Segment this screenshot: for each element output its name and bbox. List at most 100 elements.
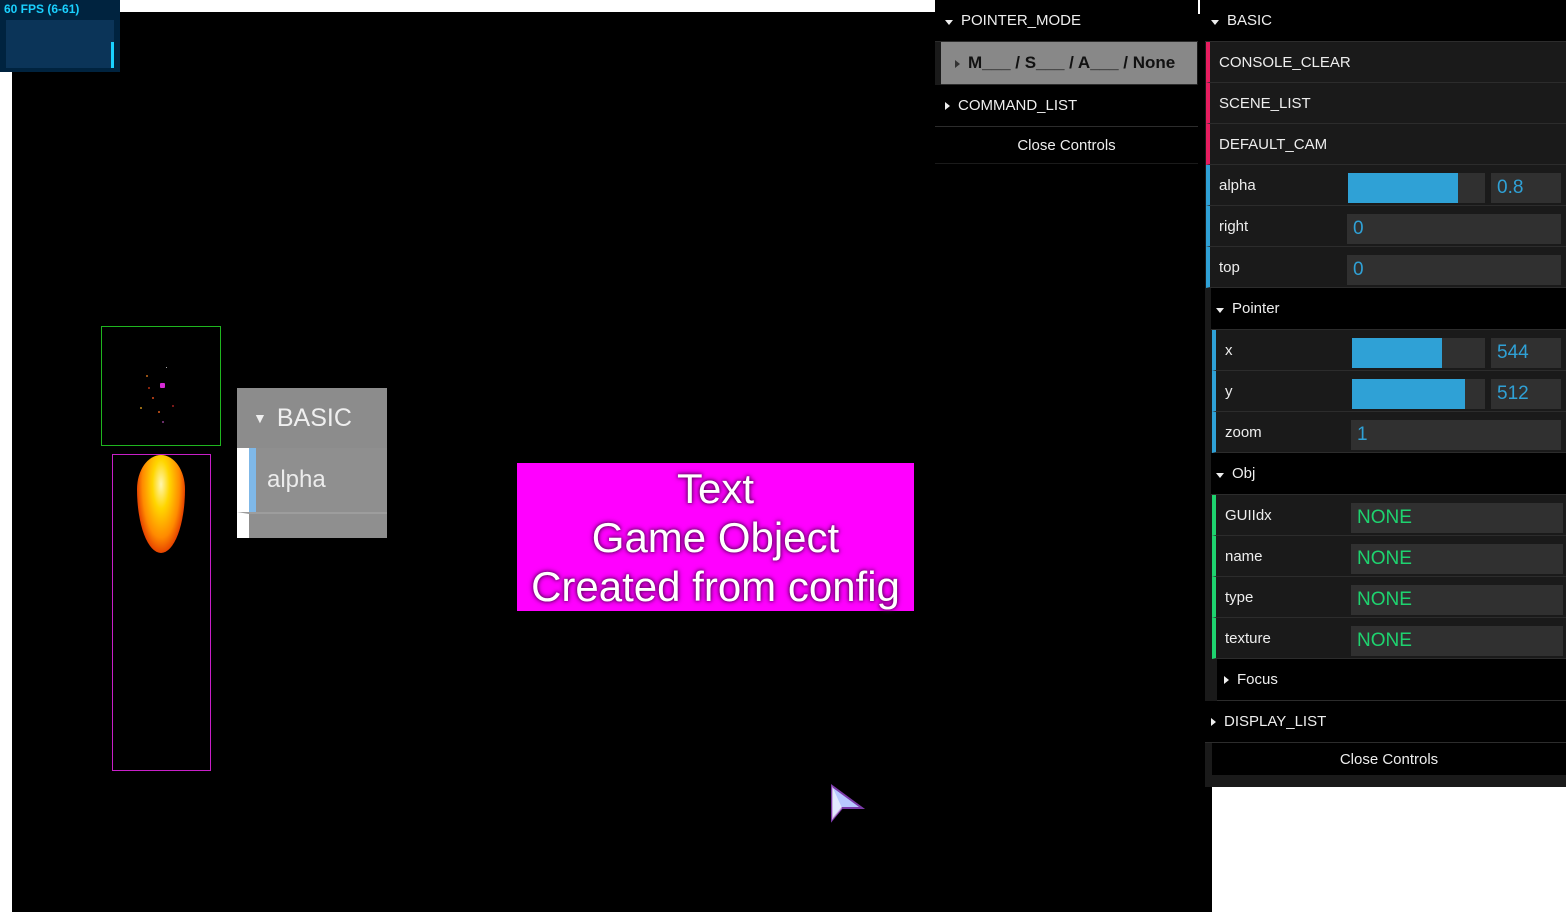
pointer-title-wrap: Pointer — [1216, 300, 1280, 317]
y-value-input[interactable]: 512 — [1491, 379, 1561, 409]
x-slider[interactable] — [1352, 338, 1485, 368]
zoom-control[interactable]: zoom 1 — [1212, 412, 1566, 453]
default-cam-label: DEFAULT_CAM — [1219, 135, 1328, 153]
zoom-label: zoom — [1225, 423, 1262, 441]
display-list-title-wrap: DISPLAY_LIST — [1211, 713, 1326, 730]
texture-control[interactable]: texture NONE — [1212, 618, 1566, 659]
default-cam-button[interactable]: DEFAULT_CAM — [1206, 124, 1566, 165]
basic-folder[interactable]: BASIC — [1205, 0, 1566, 42]
name-control[interactable]: name NONE — [1212, 536, 1566, 577]
command-list-title: COMMAND_LIST — [958, 97, 1078, 114]
pointer-title: Pointer — [1232, 300, 1280, 317]
chevron-down-icon — [945, 20, 953, 25]
name-label: name — [1225, 547, 1263, 565]
fps-meter: 60 FPS (6-61) — [0, 0, 120, 72]
particle-emitter-bounds — [101, 326, 221, 446]
pointer-cursor-icon — [831, 784, 866, 823]
particle — [172, 405, 174, 407]
in-game-gui-title: BASIC — [276, 403, 352, 432]
y-control[interactable]: y 512 — [1212, 371, 1566, 412]
alpha-label: alpha — [1219, 176, 1256, 194]
x-value-input[interactable]: 544 — [1491, 338, 1561, 368]
top-control[interactable]: top 0 — [1206, 247, 1566, 288]
alpha-slider-fill — [1348, 173, 1458, 203]
fps-graph-bar — [111, 42, 114, 68]
chevron-down-icon — [1216, 473, 1224, 478]
basic-title-wrap: BASIC — [1211, 12, 1272, 29]
x-control[interactable]: x 544 — [1212, 330, 1566, 371]
in-game-gui-panel[interactable]: ▼ BASIC alpha — [237, 388, 387, 538]
obj-folder[interactable]: Obj — [1211, 453, 1566, 495]
focus-title: Focus — [1237, 671, 1278, 688]
chevron-right-icon — [955, 60, 960, 68]
particle — [160, 383, 165, 388]
chevron-right-icon — [1211, 718, 1216, 726]
pointer-mode-title: POINTER_MODE — [961, 12, 1082, 29]
particle — [140, 407, 142, 409]
in-game-gui-header[interactable]: ▼ BASIC — [237, 388, 387, 448]
name-value-input[interactable]: NONE — [1351, 544, 1563, 574]
in-game-gui-alpha-label: alpha — [267, 466, 326, 493]
texture-value-input[interactable]: NONE — [1351, 626, 1563, 656]
pointer-mode-gui[interactable]: POINTER_MODE M___ / S___ / A___ / None C… — [935, 0, 1198, 164]
console-clear-button[interactable]: CONSOLE_CLEAR — [1206, 42, 1566, 83]
particle — [148, 387, 150, 389]
chevron-right-icon — [1224, 676, 1229, 684]
y-label: y — [1225, 382, 1233, 400]
texture-label: texture — [1225, 629, 1271, 647]
particle — [146, 375, 148, 377]
alpha-control[interactable]: alpha 0.8 — [1206, 165, 1566, 206]
pointer-folder[interactable]: Pointer — [1211, 288, 1566, 330]
particle — [162, 421, 164, 423]
basic-title: BASIC — [1227, 12, 1273, 29]
guiidx-control[interactable]: GUIIdx NONE — [1212, 495, 1566, 536]
right-label: right — [1219, 217, 1249, 235]
zoom-value-input[interactable]: 1 — [1351, 420, 1561, 450]
row-stripe — [249, 448, 256, 512]
pointer-mode-title-wrap: POINTER_MODE — [945, 12, 1081, 29]
mode-option-row[interactable]: M___ / S___ / A___ / None — [941, 42, 1197, 85]
alpha-value-input[interactable]: 0.8 — [1491, 173, 1561, 203]
flame-sprite-bounds — [112, 454, 211, 771]
right-value-input[interactable]: 0 — [1347, 214, 1561, 244]
in-game-gui-next-row[interactable] — [237, 512, 387, 538]
x-label: x — [1225, 341, 1233, 359]
obj-title-wrap: Obj — [1216, 465, 1255, 482]
y-slider[interactable] — [1352, 379, 1485, 409]
type-value-input[interactable]: NONE — [1351, 585, 1563, 615]
text-game-object[interactable]: Text Game Object Created from config — [517, 463, 914, 611]
alpha-slider[interactable] — [1348, 173, 1485, 203]
scene-list-button[interactable]: SCENE_LIST — [1206, 83, 1566, 124]
close-controls-button[interactable]: Close Controls — [935, 127, 1198, 163]
chevron-right-icon — [945, 102, 950, 110]
focus-title-wrap: Focus — [1224, 671, 1278, 688]
fps-graph — [6, 20, 114, 68]
particle — [158, 411, 160, 413]
x-slider-fill — [1352, 338, 1443, 368]
top-label: top — [1219, 258, 1240, 276]
text-line: Text — [676, 464, 755, 512]
top-value-input[interactable]: 0 — [1347, 255, 1561, 285]
close-controls-label: Close Controls — [1339, 750, 1439, 768]
scene-list-label: SCENE_LIST — [1219, 94, 1311, 112]
console-clear-label: CONSOLE_CLEAR — [1219, 53, 1351, 71]
close-controls-button[interactable]: Close Controls — [1212, 743, 1566, 775]
guiidx-value-input[interactable]: NONE — [1351, 503, 1563, 533]
in-game-gui-alpha-row[interactable]: alpha — [237, 448, 387, 512]
fps-label: 60 FPS (6-61) — [4, 2, 80, 16]
y-slider-fill — [1352, 379, 1466, 409]
display-list-folder[interactable]: DISPLAY_LIST — [1205, 701, 1566, 743]
mode-option-label: M___ / S___ / A___ / None — [968, 53, 1176, 72]
right-control[interactable]: right 0 — [1206, 206, 1566, 247]
type-control[interactable]: type NONE — [1212, 577, 1566, 618]
debug-gui[interactable]: BASIC CONSOLE_CLEAR SCENE_LIST DEFAULT_C… — [1205, 0, 1566, 787]
flame-sprite — [137, 455, 185, 553]
particle — [166, 367, 167, 368]
chevron-down-icon — [1216, 308, 1224, 313]
particle — [152, 397, 154, 399]
command-list-folder[interactable]: COMMAND_LIST — [935, 85, 1198, 127]
focus-folder[interactable]: Focus — [1217, 659, 1566, 701]
pointer-mode-folder[interactable]: POINTER_MODE — [935, 0, 1198, 42]
top-white-strip — [120, 0, 935, 12]
display-list-title: DISPLAY_LIST — [1224, 713, 1327, 730]
